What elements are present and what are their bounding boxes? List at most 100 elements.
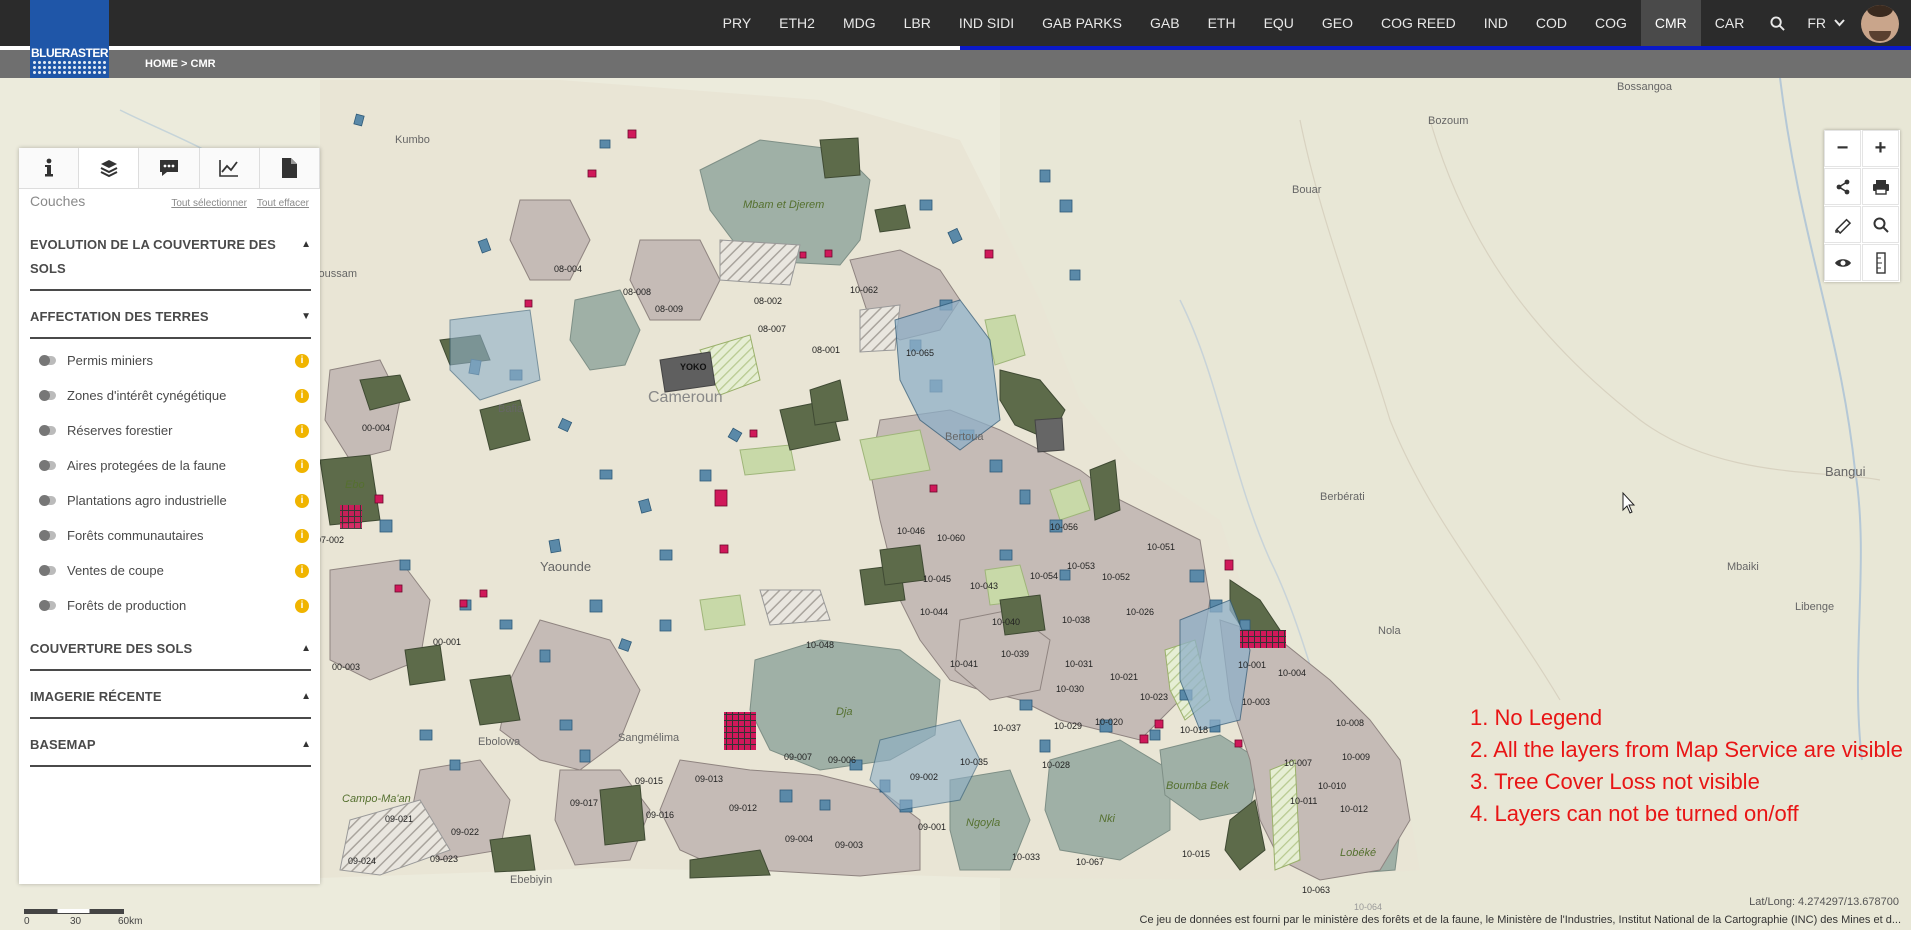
svg-text:Boumba Bek: Boumba Bek <box>1166 780 1229 792</box>
layer-toggle[interactable] <box>39 600 56 611</box>
svg-text:Dja: Dja <box>836 706 853 718</box>
info-icon[interactable]: i <box>295 458 309 473</box>
svg-text:10-023: 10-023 <box>1140 692 1168 702</box>
svg-text:10-043: 10-043 <box>970 581 998 591</box>
tab-comments[interactable] <box>139 148 200 188</box>
layer-toggle[interactable] <box>39 565 56 576</box>
layer-toggle[interactable] <box>39 530 56 541</box>
nav-item[interactable]: GEO <box>1308 0 1367 46</box>
plus-icon: + <box>1874 137 1887 159</box>
svg-text:Ebebiyin: Ebebiyin <box>510 874 552 886</box>
dark-grey-area <box>1034 417 1065 453</box>
svg-text:10-020: 10-020 <box>1095 717 1123 727</box>
nav-item[interactable]: LBR <box>890 0 945 46</box>
svg-text:10-008: 10-008 <box>1336 718 1364 728</box>
document-icon <box>282 158 298 178</box>
attribution-text: Ce jeu de données est fourni par le mini… <box>1139 914 1902 926</box>
blueraster-logo[interactable]: BLUERASTER <box>30 0 109 78</box>
layer-list: Permis miniers i Zones d'intérêt cynégéti… <box>19 339 320 623</box>
section-basemap[interactable]: BASEMAP ▲ <box>30 719 311 767</box>
tab-analysis[interactable] <box>199 148 260 188</box>
nav-item[interactable]: COG <box>1581 0 1641 46</box>
svg-text:08-009: 08-009 <box>655 304 683 314</box>
nav-item[interactable]: EQU <box>1250 0 1308 46</box>
svg-text:10-035: 10-035 <box>960 757 988 767</box>
nav-item[interactable]: GAB PARKS <box>1028 0 1136 46</box>
tab-document[interactable] <box>259 148 321 188</box>
svg-text:10-056: 10-056 <box>1050 522 1078 532</box>
info-icon[interactable]: i <box>295 493 309 508</box>
svg-text:Ebo: Ebo <box>345 479 365 491</box>
print-button[interactable] <box>1862 168 1899 205</box>
logo-pattern <box>32 60 107 74</box>
language-selector[interactable]: FR <box>1797 15 1855 31</box>
svg-text:10-003: 10-003 <box>1242 697 1270 707</box>
share-button[interactable] <box>1824 168 1861 205</box>
scale-tool-button[interactable] <box>1862 244 1899 281</box>
nav-item[interactable]: PRY <box>709 0 766 46</box>
breadcrumb[interactable]: HOME > CMR <box>145 50 216 78</box>
clear-all-link[interactable]: Tout effacer <box>257 198 309 209</box>
breadcrumb-bar: HOME > CMR <box>0 50 1911 78</box>
nav-item[interactable]: COD <box>1522 0 1581 46</box>
info-icon[interactable]: i <box>295 353 309 368</box>
section-imagerie[interactable]: IMAGERIE RÉCENTE ▲ <box>30 671 311 719</box>
svg-text:09-013: 09-013 <box>695 774 723 784</box>
layers-icon <box>100 160 118 178</box>
svg-text:10-048: 10-048 <box>806 640 834 650</box>
nav-item-active[interactable]: CMR <box>1640 0 1701 46</box>
nav-item[interactable]: IND <box>1470 0 1522 46</box>
nav-item[interactable]: IND SIDI <box>945 0 1028 46</box>
section-couverture[interactable]: COUVERTURE DES SOLS ▲ <box>30 623 311 671</box>
ruler-icon <box>1875 251 1886 274</box>
scale-label: 30 <box>70 916 82 927</box>
visibility-button[interactable] <box>1824 244 1861 281</box>
svg-text:00-004: 00-004 <box>362 423 390 433</box>
layer-toggle[interactable] <box>39 460 56 471</box>
section-affectation[interactable]: AFFECTATION DES TERRES ▼ <box>30 291 311 339</box>
svg-text:10-054: 10-054 <box>1030 571 1058 581</box>
search-icon[interactable] <box>1758 0 1797 46</box>
info-icon[interactable]: i <box>295 528 309 543</box>
info-icon[interactable]: i <box>295 423 309 438</box>
layer-toggle[interactable] <box>39 425 56 436</box>
nav-item[interactable]: GAB <box>1136 0 1194 46</box>
svg-text:Bouar: Bouar <box>1292 184 1322 196</box>
layer-toggle[interactable] <box>39 390 56 401</box>
info-icon[interactable]: i <box>295 388 309 403</box>
info-icon[interactable]: i <box>295 563 309 578</box>
search-map-button[interactable] <box>1862 206 1899 243</box>
nav-item[interactable]: MDG <box>829 0 890 46</box>
section-title: EVOLUTION DE LA COUVERTURE DES SOLS <box>30 237 276 276</box>
layer-label: Forêts de production <box>67 598 187 613</box>
svg-text:Bafia: Bafia <box>498 403 524 415</box>
layer-toggle[interactable] <box>39 495 56 506</box>
tab-layers[interactable] <box>79 148 140 188</box>
svg-text:08-002: 08-002 <box>754 296 782 306</box>
annotation-note: 2. All the layers from Map Service are v… <box>1470 737 1903 762</box>
svg-text:10-001: 10-001 <box>1238 660 1266 670</box>
share-icon <box>1836 179 1849 194</box>
chevron-down-icon <box>1834 19 1845 27</box>
zoom-in-button[interactable]: + <box>1862 130 1899 167</box>
annotation-note: 1. No Legend <box>1470 705 1603 730</box>
select-all-link[interactable]: Tout sélectionner <box>171 198 247 209</box>
layer-label: Plantations agro industrielle <box>67 493 227 508</box>
svg-text:10-064: 10-064 <box>1354 902 1382 912</box>
svg-text:Mbam et Djerem: Mbam et Djerem <box>743 199 824 211</box>
svg-text:10-018: 10-018 <box>1180 725 1208 735</box>
svg-text:09-024: 09-024 <box>348 856 376 866</box>
nav-item[interactable]: CAR <box>1701 0 1759 46</box>
nav-item[interactable]: COG REED <box>1367 0 1470 46</box>
user-avatar[interactable] <box>1861 5 1899 43</box>
layer-item: Zones d'intérêt cynégétique i <box>19 378 320 413</box>
layer-toggle[interactable] <box>39 355 56 366</box>
mining-cluster <box>1240 630 1286 648</box>
nav-item[interactable]: ETH <box>1194 0 1250 46</box>
tab-info[interactable] <box>19 148 80 188</box>
zoom-out-button[interactable]: − <box>1824 130 1861 167</box>
info-icon[interactable]: i <box>295 598 309 613</box>
nav-item[interactable]: ETH2 <box>765 0 829 46</box>
measure-button[interactable] <box>1824 206 1861 243</box>
section-evolution[interactable]: EVOLUTION DE LA COUVERTURE DES SOLS ▲ <box>30 219 311 291</box>
